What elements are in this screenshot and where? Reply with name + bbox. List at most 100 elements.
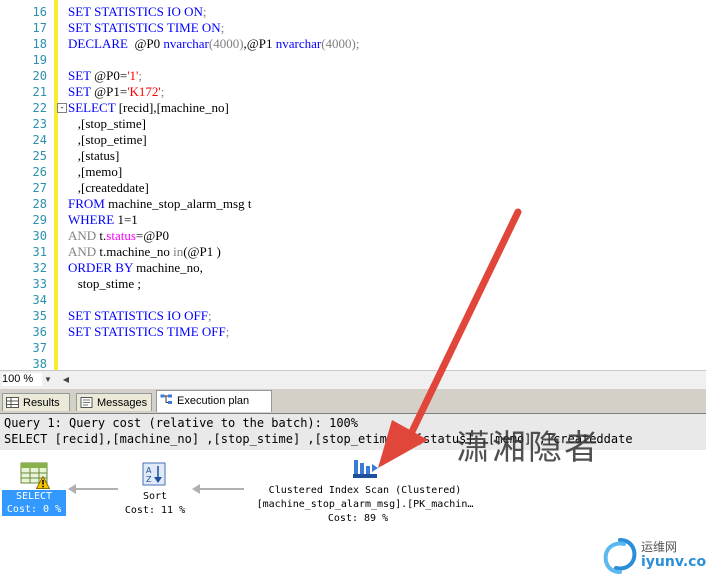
zoom-dropdown-arrow-icon[interactable]: ▼ xyxy=(42,373,54,386)
tab-results[interactable]: Results xyxy=(2,393,70,411)
sort-node-cost: Cost: 11 % xyxy=(124,505,186,516)
line-number: 22 xyxy=(32,101,47,115)
grid-icon xyxy=(6,397,19,408)
line-number: 33 xyxy=(32,277,47,291)
code-line[interactable]: 23 ,[stop_stime] xyxy=(0,116,706,132)
code-token: SET STATISTICS IO OFF xyxy=(68,308,208,323)
flow-arrow-sort-to-select xyxy=(76,488,118,490)
scroll-left-arrow-icon[interactable]: ◀ xyxy=(60,373,72,386)
code-line[interactable]: 22- SELECT [recid],[machine_no] xyxy=(0,100,706,116)
code-token: SET xyxy=(68,84,91,99)
sql-editor[interactable]: 16 SET STATISTICS IO ON; 17 SET STATISTICS … xyxy=(0,0,706,371)
tab-messages[interactable]: Messages xyxy=(76,393,152,411)
code-line[interactable]: 33 stop_stime ; xyxy=(0,276,706,292)
code-token: SET STATISTICS TIME OFF xyxy=(68,324,226,339)
code-line[interactable]: 16 SET STATISTICS IO ON; xyxy=(0,4,706,20)
sort-node-title: Sort xyxy=(142,491,168,502)
code-text: SELECT [recid],[machine_no] xyxy=(68,100,229,116)
logo-text-top: 运维网 xyxy=(641,540,678,554)
line-number: 25 xyxy=(32,149,47,163)
code-token: SET STATISTICS IO ON xyxy=(68,4,203,19)
code-token: (4000); xyxy=(321,36,360,51)
code-token: stop_stime ; xyxy=(68,276,141,291)
line-number: 20 xyxy=(32,69,47,83)
code-token: [recid],[machine_no] xyxy=(115,100,229,115)
code-line[interactable]: 25 ,[status] xyxy=(0,148,706,164)
horizontal-scrollbar-track[interactable] xyxy=(74,374,694,385)
messages-icon xyxy=(80,397,93,408)
line-number: 30 xyxy=(32,229,47,243)
tab-execution-plan-label: Execution plan xyxy=(177,395,250,407)
tab-execution-plan[interactable]: Execution plan xyxy=(156,390,272,412)
code-text: DECLARE @P0 nvarchar(4000),@P1 nvarchar(… xyxy=(68,36,360,52)
code-text: ,[stop_stime] xyxy=(68,116,146,132)
line-number: 29 xyxy=(32,213,47,227)
tab-results-label: Results xyxy=(23,397,60,409)
code-line[interactable]: 28 FROM machine_stop_alarm_msg t xyxy=(0,196,706,212)
svg-text:Z: Z xyxy=(146,475,152,484)
code-token: FROM xyxy=(68,196,105,211)
line-number: 23 xyxy=(32,117,47,131)
code-line[interactable]: 19 xyxy=(0,52,706,68)
code-line[interactable]: 29 WHERE 1=1 xyxy=(0,212,706,228)
zoom-level[interactable]: 100 % xyxy=(2,373,42,386)
tab-messages-label: Messages xyxy=(97,397,148,409)
code-text: FROM machine_stop_alarm_msg t xyxy=(68,196,251,212)
line-number: 36 xyxy=(32,325,47,339)
line-number: 24 xyxy=(32,133,47,147)
code-token: status xyxy=(106,228,136,243)
code-token: ,[stop_etime] xyxy=(68,132,147,147)
code-text: SET STATISTICS IO ON; xyxy=(68,4,207,20)
execution-plan-icon xyxy=(160,394,172,404)
logo-swirl-icon xyxy=(603,538,637,574)
code-token: t.machine_no xyxy=(96,244,174,259)
code-line[interactable]: 35 SET STATISTICS IO OFF; xyxy=(0,308,706,324)
line-number: 34 xyxy=(32,293,47,307)
line-number: 18 xyxy=(32,37,47,51)
code-text: SET STATISTICS IO OFF; xyxy=(68,308,212,324)
code-line[interactable]: 32 ORDER BY machine_no, xyxy=(0,260,706,276)
line-number: 28 xyxy=(32,197,47,211)
line-number: 27 xyxy=(32,181,47,195)
flow-arrowhead-1 xyxy=(68,484,76,494)
line-number: 17 xyxy=(32,21,47,35)
code-token: nvarchar xyxy=(275,36,322,51)
site-logo: 运维网 iyunv.com xyxy=(598,532,706,580)
code-token: 'K172' xyxy=(127,84,161,99)
code-token: @P1= xyxy=(90,84,128,99)
code-line[interactable]: 17 SET STATISTICS TIME ON; xyxy=(0,20,706,36)
code-token: ,[memo] xyxy=(68,164,123,179)
code-line[interactable]: 36 SET STATISTICS TIME OFF; xyxy=(0,324,706,340)
line-number: 32 xyxy=(32,261,47,275)
sort-operator-icon: A Z xyxy=(142,462,166,486)
code-line[interactable]: 26 ,[memo] xyxy=(0,164,706,180)
code-line[interactable]: 37 xyxy=(0,340,706,356)
code-token: ,[createddate] xyxy=(68,180,149,195)
scan-node-object: [machine_stop_alarm_msg].[PK_machin… xyxy=(256,499,474,510)
code-token: machine_no, xyxy=(132,260,203,275)
code-token: AND xyxy=(68,228,97,243)
code-text: WHERE 1=1 xyxy=(68,212,138,228)
code-token: @P0 xyxy=(127,36,164,51)
code-line[interactable]: 30 AND t.status=@P0 xyxy=(0,228,706,244)
code-line[interactable]: 20 SET @P0='1'; xyxy=(0,68,706,84)
code-token: ,[stop_stime] xyxy=(68,116,146,131)
code-text: ORDER BY machine_no, xyxy=(68,260,203,276)
query-header: Query 1: Query cost (relative to the bat… xyxy=(0,414,706,450)
code-line[interactable]: 18 DECLARE @P0 nvarchar(4000),@P1 nvarcha… xyxy=(0,36,706,52)
code-line[interactable]: 24 ,[stop_etime] xyxy=(0,132,706,148)
flow-arrowhead-2 xyxy=(192,484,200,494)
line-number: 21 xyxy=(32,85,47,99)
code-line[interactable]: 21 SET @P1='K172'; xyxy=(0,84,706,100)
code-line[interactable]: 31 AND t.machine_no in(@P1 ) xyxy=(0,244,706,260)
collapse-icon[interactable]: - xyxy=(57,103,67,113)
results-tab-bar: Results Messages Execution plan xyxy=(0,389,706,414)
code-text: ,[stop_etime] xyxy=(68,132,147,148)
warning-icon xyxy=(36,476,50,489)
line-number: 31 xyxy=(32,245,47,259)
code-line[interactable]: 34 xyxy=(0,292,706,308)
code-token: SET xyxy=(68,68,91,83)
code-text: ,[memo] xyxy=(68,164,122,180)
code-token: ; xyxy=(160,84,165,99)
code-line[interactable]: 27 ,[createddate] xyxy=(0,180,706,196)
